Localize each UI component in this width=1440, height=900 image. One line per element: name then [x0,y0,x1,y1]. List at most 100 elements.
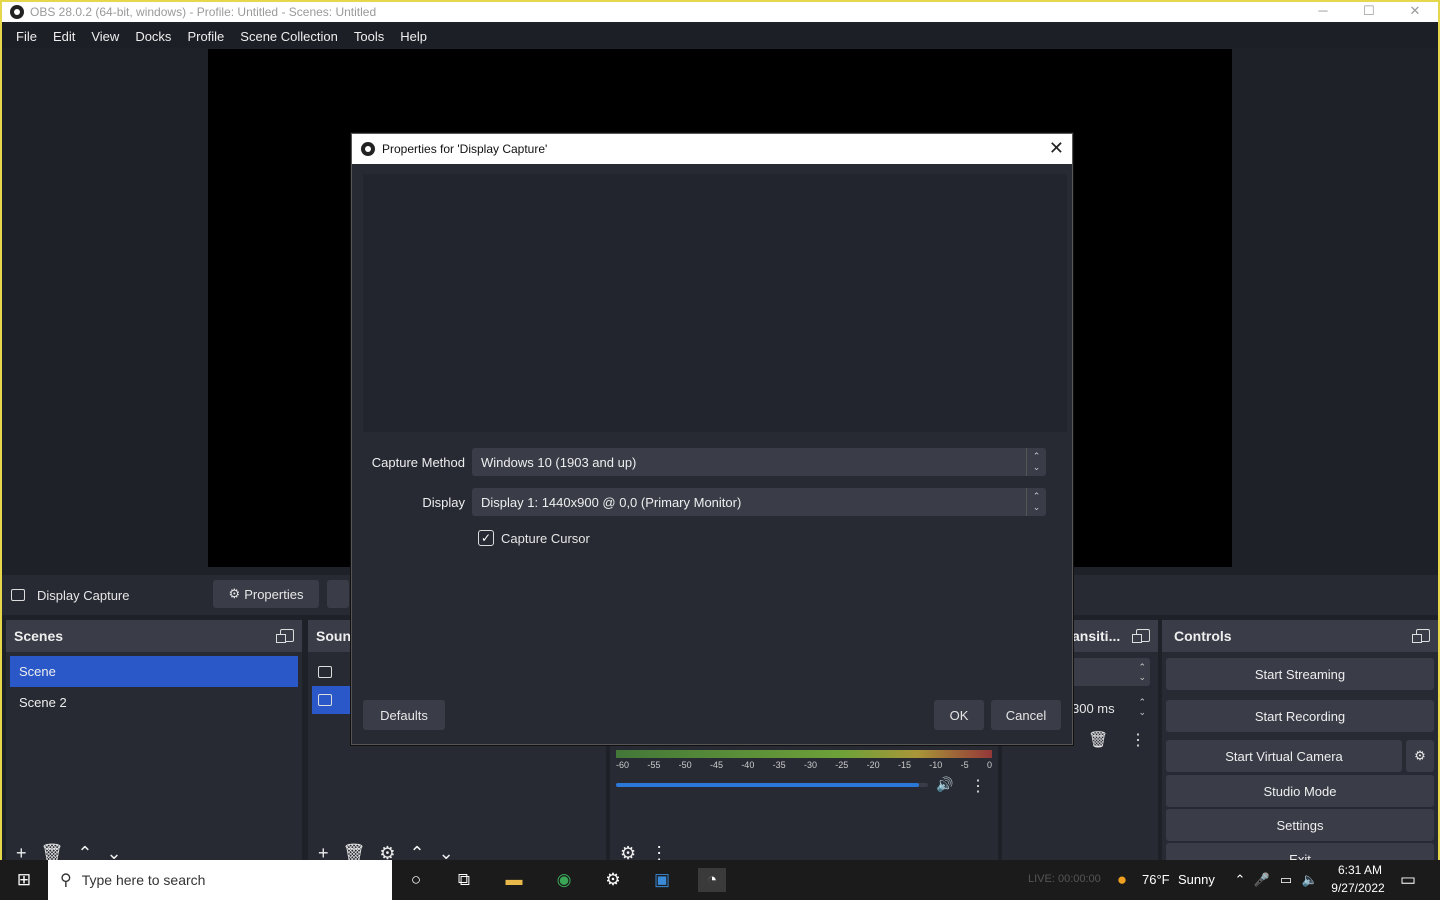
more-icon[interactable]: ⋮ [1130,730,1146,750]
minimize-button[interactable]: ─ [1300,2,1346,22]
capture-method-select[interactable]: Windows 10 (1903 and up) ⌃ ⌄ [472,448,1046,476]
capture-method-value: Windows 10 (1903 and up) [481,454,637,470]
capture-method-row: Capture Method Windows 10 (1903 and up) … [352,448,1074,476]
display-select[interactable]: Display 1: 1440x900 @ 0,0 (Primary Monit… [472,488,1046,516]
undock-icon[interactable] [276,629,294,643]
selected-source-name: Display Capture [37,587,130,603]
meter-tick: -30 [803,760,817,770]
chevron-up-down-icon: ⌃ ⌄ [1026,448,1046,476]
menu-tools[interactable]: Tools [346,29,392,44]
controls-title: Controls [1174,628,1232,644]
status-text: LIVE: 00:00:00 [1028,873,1101,885]
meter-tick: 0 [986,760,992,770]
add-icon[interactable]: + [318,844,329,860]
chrome-icon[interactable]: ◉ [552,868,576,892]
virtual-camera-settings-button[interactable]: ⚙ [1406,740,1434,772]
maximize-button[interactable]: ☐ [1346,2,1392,22]
scenes-dock-header: Scenes [6,620,302,652]
start-virtual-camera-button[interactable]: Start Virtual Camera [1166,740,1402,772]
menu-view[interactable]: View [83,29,127,44]
volume-slider[interactable] [616,783,928,787]
trash-icon[interactable]: 🗑 [343,844,366,860]
capture-cursor-checkbox[interactable]: ✓ Capture Cursor [478,530,590,546]
scenes-toolbar: + 🗑 ⌃ ⌄ [6,844,122,860]
file-explorer-icon[interactable]: ▬ [502,868,526,892]
trash-icon[interactable]: 🗑 [1088,730,1108,750]
ok-button[interactable]: OK [934,700,984,730]
window-controls: ─ ☐ ✕ [1300,2,1438,22]
menu-file[interactable]: File [8,29,45,44]
gear-icon[interactable]: ⚙ [620,844,636,860]
undock-icon[interactable] [1132,629,1150,643]
windows-start-icon[interactable]: ⊞ [12,868,36,892]
store-icon[interactable]: ▣ [650,868,674,892]
menu-bar: File Edit View Docks Profile Scene Colle… [2,24,1438,48]
stepper-icon: ⌃ ⌄ [1138,697,1146,717]
gear-icon: ⚙ [228,586,241,601]
properties-button-label: Properties [244,586,304,602]
volume-slider-fill [616,783,919,787]
trash-icon[interactable]: 🗑 [41,844,64,860]
transition-select[interactable]: ⌃ ⌄ [1072,658,1150,686]
weather-desc[interactable]: Sunny [1178,872,1215,887]
add-icon[interactable]: + [16,844,27,860]
dialog-title: Properties for 'Display Capture' [382,142,548,156]
display-row: Display Display 1: 1440x900 @ 0,0 (Prima… [352,488,1074,516]
window-source-icon [318,666,332,678]
display-value: Display 1: 1440x900 @ 0,0 (Primary Monit… [481,494,742,510]
settings-gear-icon[interactable]: ⚙ [601,868,625,892]
chevron-down-icon[interactable]: ⌄ [106,844,121,860]
close-window-button[interactable]: ✕ [1392,2,1438,22]
meter-tick: -45 [709,760,723,770]
window-title: OBS 28.0.2 (64-bit, windows) - Profile: … [30,5,377,19]
gear-icon[interactable]: ⚙ [379,844,395,860]
settings-button[interactable]: Settings [1166,809,1434,841]
cortana-icon[interactable]: ○ [404,868,428,892]
properties-button[interactable]: ⚙ Properties [213,580,319,608]
start-streaming-button[interactable]: Start Streaming [1166,658,1434,690]
chevron-up-icon[interactable]: ⌃ [77,844,92,860]
menu-scene-collection[interactable]: Scene Collection [232,29,346,44]
chevron-up-icon[interactable]: ⌃ [1228,868,1252,892]
cancel-button[interactable]: Cancel [991,700,1061,730]
meter-tick: -25 [835,760,849,770]
defaults-button[interactable]: Defaults [363,700,445,730]
clock-time[interactable]: 6:31 AM [1330,863,1390,877]
weather-temp[interactable]: 76°F [1142,872,1170,887]
more-icon[interactable]: ⋮ [970,776,986,796]
filters-button[interactable] [327,580,349,608]
chevron-down-icon[interactable]: ⌄ [439,844,454,860]
menu-help[interactable]: Help [392,29,435,44]
obs-logo-icon [361,142,375,156]
more-icon[interactable]: ⋮ [650,844,668,860]
scene-item[interactable]: Scene 2 [10,687,298,718]
undock-icon[interactable] [1412,629,1430,643]
stepper-icon: ⌃ ⌄ [1138,662,1146,682]
meter-tick: -60 [616,760,630,770]
menu-docks[interactable]: Docks [127,29,179,44]
display-source-icon [11,589,25,601]
meter-tick: -55 [647,760,661,770]
chevron-up-down-icon: ⌃ ⌄ [1026,488,1046,516]
taskbar-search[interactable]: ⚲ Type here to search [48,860,392,900]
scene-item[interactable]: Scene [10,656,298,687]
task-view-icon[interactable]: ⧉ [452,868,476,892]
obs-taskbar-icon[interactable]: ◔ [698,868,726,892]
network-icon[interactable]: ▭ [1274,868,1298,892]
start-recording-button[interactable]: Start Recording [1166,700,1434,732]
menu-edit[interactable]: Edit [45,29,83,44]
exit-button[interactable]: Exit [1166,843,1434,860]
studio-mode-button[interactable]: Studio Mode [1166,775,1434,807]
speaker-icon[interactable]: 🔊 [936,776,953,793]
close-icon[interactable]: ✕ [1049,138,1064,158]
volume-icon[interactable]: 🔈 [1298,868,1322,892]
clock-date[interactable]: 9/27/2022 [1326,881,1390,895]
sources-title: Soun [316,628,351,644]
meter-tick: -35 [772,760,786,770]
microphone-icon[interactable]: 🎤 [1250,868,1274,892]
menu-profile[interactable]: Profile [179,29,232,44]
search-placeholder: Type here to search [81,872,206,888]
notification-icon[interactable]: ▭ [1396,868,1420,892]
chevron-up-icon[interactable]: ⌃ [410,844,425,860]
duration-spinbox[interactable]: 300 ms ⌃ ⌄ [1072,694,1150,722]
